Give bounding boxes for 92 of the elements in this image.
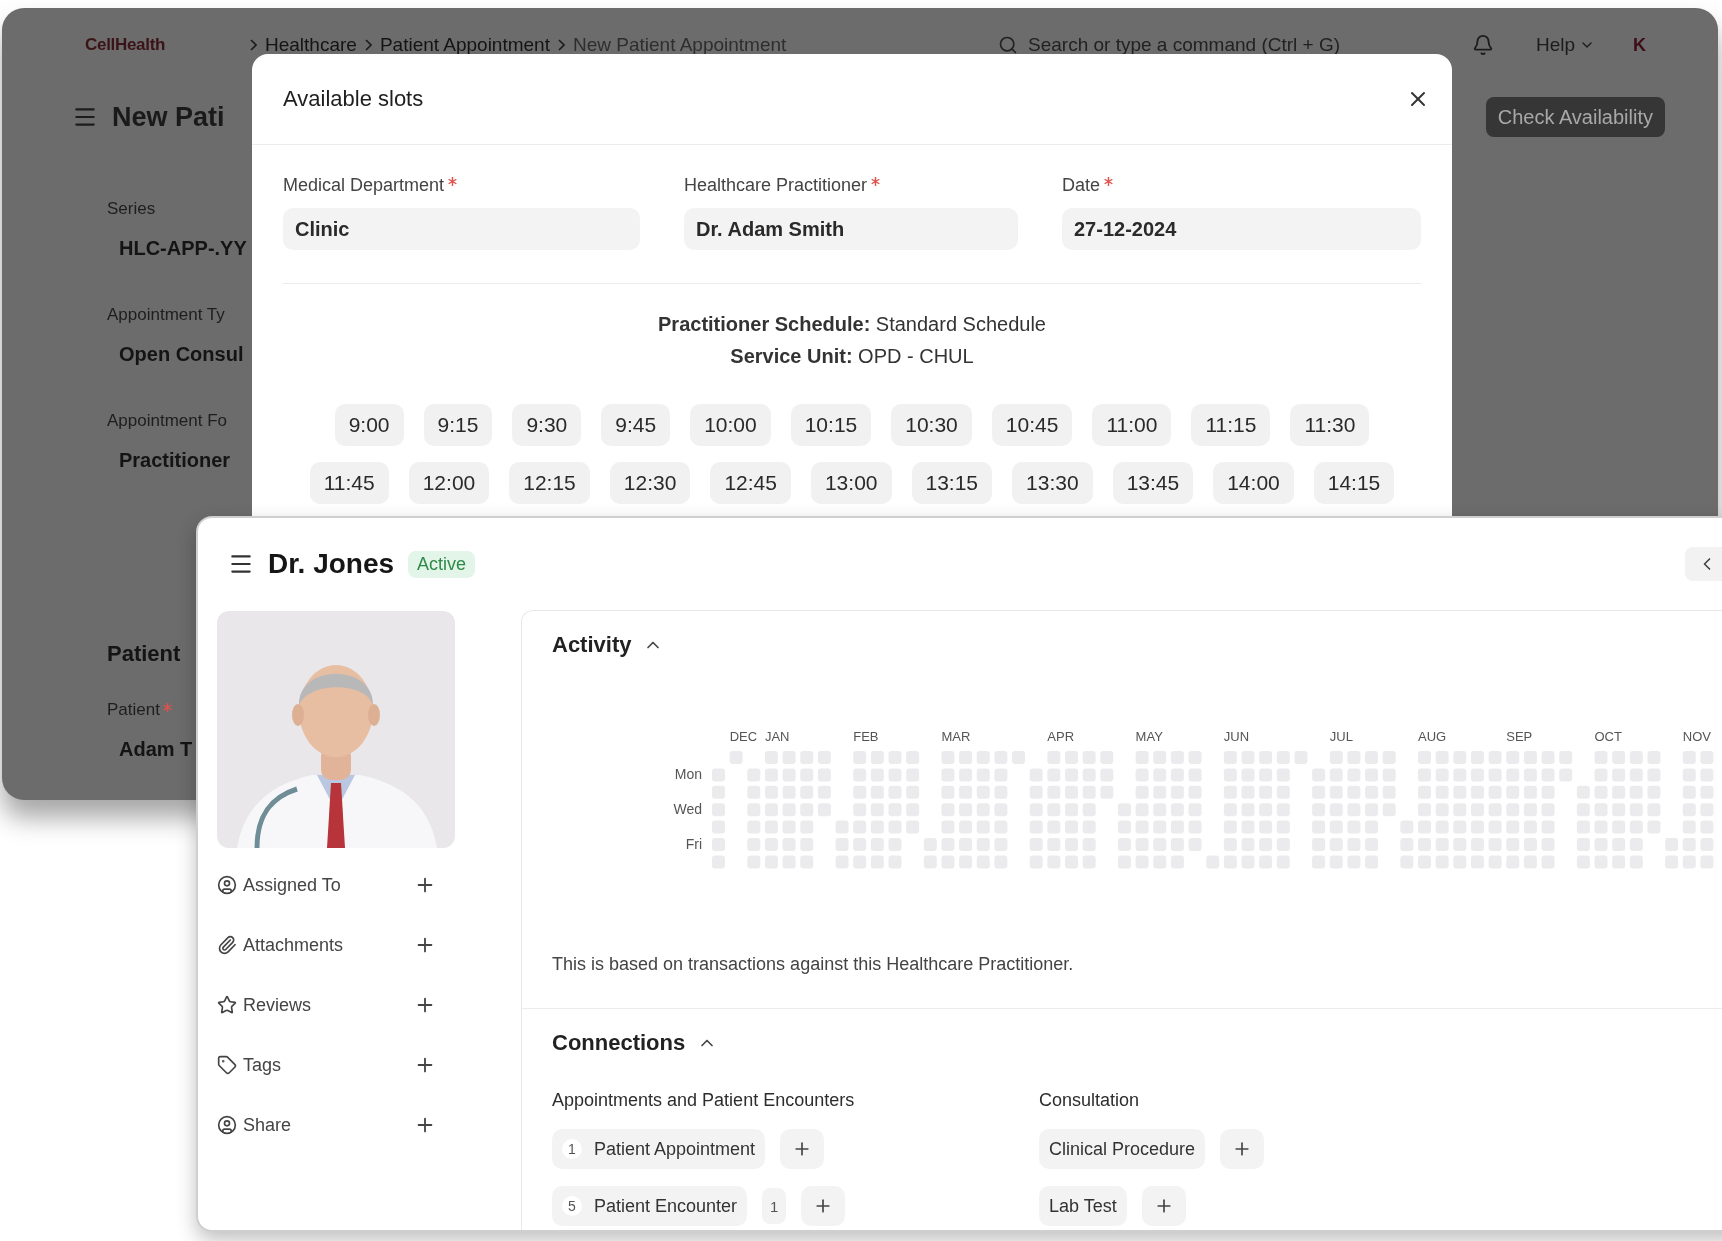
time-slot-button[interactable]: 10:00: [690, 404, 771, 446]
tag-icon: [217, 1055, 237, 1075]
time-slot-button[interactable]: 9:45: [601, 404, 671, 446]
user-circle-icon: [217, 875, 237, 895]
connection-link[interactable]: Lab Test: [1039, 1186, 1127, 1226]
connection-link[interactable]: 1 Patient Appointment: [552, 1129, 766, 1169]
month-label: JAN: [764, 729, 790, 744]
count-badge: 5: [562, 1196, 582, 1216]
time-slot-button[interactable]: 11:30: [1290, 404, 1370, 446]
connection-link[interactable]: Clinical Procedure: [1039, 1129, 1206, 1169]
month-label: NOV: [1682, 729, 1711, 744]
time-slot-button[interactable]: 14:15: [1313, 462, 1395, 504]
group-title: Appointments and Patient Encounters: [552, 1089, 856, 1111]
add-button[interactable]: [801, 1186, 846, 1226]
time-slot-button[interactable]: 13:30: [1012, 462, 1093, 504]
sidebar-link[interactable]: Attachments: [243, 934, 344, 956]
month-label: OCT: [1594, 729, 1622, 744]
input-field[interactable]: 27-12-2024: [1062, 208, 1421, 250]
field-label: Appointment Fo: [107, 410, 227, 432]
time-slot-button[interactable]: 11:45: [309, 462, 389, 504]
weekday-label: Wed: [673, 801, 702, 818]
bell-icon[interactable]: [1472, 34, 1494, 56]
schedule-info: Service Unit: OPD - CHUL: [729, 344, 975, 369]
time-slot-button[interactable]: 14:00: [1213, 462, 1294, 504]
time-slot-button[interactable]: 12:30: [609, 462, 691, 504]
field-label: Date: [1062, 174, 1101, 197]
add-button[interactable]: [780, 1129, 825, 1169]
time-slot-button[interactable]: 9:00: [334, 404, 404, 446]
weekday-label: Fri: [685, 836, 702, 852]
chevron-right-icon: [364, 39, 372, 51]
breadcrumb-link[interactable]: Healthcare: [265, 34, 357, 56]
sidebar-link[interactable]: Share: [243, 1114, 292, 1136]
group-title: Consultation: [1039, 1089, 1141, 1111]
open-count-badge: 1: [762, 1188, 787, 1224]
paperclip-icon: [217, 935, 237, 955]
field-value[interactable]: Adam T: [119, 735, 193, 763]
time-slot-button[interactable]: 10:45: [991, 404, 1073, 446]
schedule-info: Practitioner Schedule: Standard Schedule: [657, 312, 1047, 337]
star-icon: [217, 995, 237, 1015]
add-button[interactable]: [1220, 1129, 1265, 1169]
section-title: Connections: [552, 1030, 686, 1056]
check-availability-button[interactable]: Check Availability: [1485, 97, 1665, 137]
count-badge: 1: [562, 1139, 582, 1159]
connection-link[interactable]: 5 Patient Encounter: [552, 1186, 748, 1226]
practitioner-name: Dr. Jones: [268, 548, 395, 580]
status-badge: Active: [408, 550, 476, 578]
time-slot-button[interactable]: 10:15: [790, 404, 872, 446]
month-label: MAY: [1135, 729, 1163, 744]
field-label: Appointment Ty: [107, 304, 225, 326]
month-label: JUL: [1329, 729, 1353, 744]
time-slot-button[interactable]: 9:15: [423, 404, 493, 446]
month-label: AUG: [1418, 729, 1447, 744]
sidebar-link[interactable]: Reviews: [243, 994, 312, 1016]
activity-note: This is based on transactions against this Healthcare Practitioner.: [552, 953, 1075, 975]
page-title: New Pati: [112, 101, 225, 133]
field-label: Patient: [107, 699, 160, 721]
sidebar-link[interactable]: Tags: [243, 1054, 282, 1076]
section-title: Patient: [107, 640, 181, 668]
user-circle-icon: [217, 1115, 237, 1135]
time-slot-button[interactable]: 13:00: [810, 462, 892, 504]
input-field[interactable]: Dr. Adam Smith: [684, 208, 1018, 250]
month-label: APR: [1047, 729, 1075, 744]
time-slot-button[interactable]: 12:15: [509, 462, 590, 504]
month-label: DEC: [729, 729, 758, 744]
time-slot-button[interactable]: 12:45: [710, 462, 791, 504]
time-slot-button[interactable]: 10:30: [891, 404, 972, 446]
sidebar-link[interactable]: Assigned To: [243, 874, 341, 896]
dialog-title: Available slots: [283, 86, 424, 112]
chevron-right-icon: [250, 39, 257, 51]
field-label: Series: [107, 198, 156, 220]
time-slot-button[interactable]: 13:15: [911, 462, 993, 504]
month-label: JUN: [1223, 729, 1250, 744]
field-value[interactable]: Practitioner: [119, 446, 231, 474]
field-label: Medical Department: [283, 174, 445, 197]
time-slot-button[interactable]: 11:00: [1092, 404, 1172, 446]
month-label: FEB: [853, 729, 879, 744]
time-slot-button[interactable]: 13:45: [1112, 462, 1194, 504]
input-field[interactable]: Clinic: [283, 208, 640, 250]
month-label: MAR: [941, 729, 971, 744]
time-slot-button[interactable]: 12:00: [408, 462, 490, 504]
weekday-label: Mon: [674, 766, 702, 783]
breadcrumb-link[interactable]: Patient Appointment: [379, 34, 550, 56]
time-slot-button[interactable]: 11:15: [1191, 404, 1271, 446]
search-icon: [998, 35, 1018, 55]
time-slot-button[interactable]: 9:30: [512, 404, 582, 446]
field-value[interactable]: HLC-APP-.YY: [119, 234, 247, 262]
section-title: Activity: [552, 632, 632, 658]
field-value[interactable]: Open Consul: [119, 340, 244, 368]
add-button[interactable]: [1141, 1186, 1186, 1226]
month-label: SEP: [1506, 729, 1533, 744]
field-label: Healthcare Practitioner: [684, 174, 868, 197]
chevron-right-icon: [557, 39, 565, 51]
